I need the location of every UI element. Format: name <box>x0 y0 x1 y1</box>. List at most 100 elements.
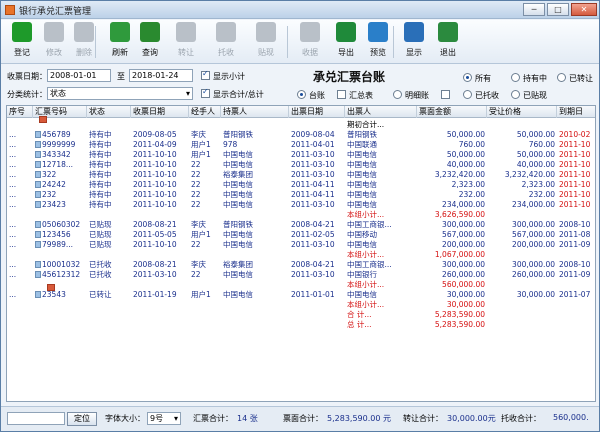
cell-recv: 2011-03-10 <box>133 270 177 279</box>
font-size-select[interactable]: 9号 ▾ <box>147 412 181 425</box>
cell-status: 持有中 <box>89 150 112 159</box>
cell-amount: 30,000.00 <box>446 300 485 309</box>
minimize-button[interactable]: ─ <box>523 3 545 16</box>
cell-status: 已贴现 <box>89 220 112 229</box>
cell-price: 260,000.00 <box>512 270 555 279</box>
cell-handler: 22 <box>191 180 201 189</box>
discount-label: 贴现 <box>258 48 274 57</box>
cell-seq: ... <box>9 290 17 299</box>
export-button[interactable]: 导出 <box>331 22 361 62</box>
collect-button[interactable]: 托收 <box>211 22 241 62</box>
column-header[interactable]: 票面金额 <box>417 106 487 118</box>
subtotal-row[interactable]: 本组小计... 3,626,590.00 <box>7 210 595 220</box>
cell-recv: 2011-05-05 <box>133 230 177 239</box>
cell-handler: 22 <box>191 240 201 249</box>
radio-status-collected[interactable] <box>463 90 472 99</box>
table-row[interactable]: ... 12718... 持有中 2011-10-10 22 中国电信 2011-03-10… <box>7 160 595 170</box>
cell-status: 持有中 <box>89 190 112 199</box>
cell-drawer: 中国银行 <box>347 270 377 279</box>
cell-drawer: 中国电信 <box>347 160 377 169</box>
summary-checkbox[interactable] <box>337 90 346 99</box>
radio-ledger[interactable] <box>297 90 306 99</box>
cell-drawer: 中国工商银... <box>347 220 392 229</box>
table-row[interactable]: ... 322 持有中 2011-10-10 22 裕泰集团 2011-03-10 中国电信 3… <box>7 170 595 180</box>
hide-checkbox[interactable] <box>441 90 450 99</box>
column-header[interactable]: 到期日 <box>557 106 595 118</box>
subtotal-row[interactable]: 本组小计... 30,000.00 <box>7 300 595 310</box>
exit-button[interactable]: 退出 <box>433 22 463 62</box>
radio-detail[interactable] <box>393 90 402 99</box>
toolbar-separator <box>95 26 96 58</box>
column-header[interactable]: 出票人 <box>345 106 417 118</box>
table-row[interactable]: ... 45612312 已托收 2011-03-10 22 中国电信 2011-03-10… <box>7 270 595 280</box>
column-header[interactable]: 收票日期 <box>131 106 189 118</box>
collect-label: 托收 <box>218 48 234 57</box>
cell-due: 2011-10 <box>559 190 591 199</box>
cell-due: 2011-10 <box>559 170 591 179</box>
subtotal-row[interactable]: 总 计... 5,283,590.00 <box>7 320 595 330</box>
cell-recv: 2008-08-21 <box>133 260 177 269</box>
cell-recv: 2011-10-10 <box>133 190 177 199</box>
radio-status-holding-label: 持有中 <box>523 74 547 83</box>
column-header[interactable]: 经手人 <box>189 106 221 118</box>
preview-button[interactable]: 预览 <box>363 22 393 62</box>
locate-input[interactable] <box>7 412 65 425</box>
cell-no: 24242 <box>42 180 66 189</box>
table-row[interactable]: ... 123456 已贴现 2011-05-05 用户1 中国电信 2011-02-05 中… <box>7 230 595 240</box>
cell-amount: 3,232,420.00 <box>434 170 485 179</box>
cell-recv: 2011-04-09 <box>133 140 177 149</box>
bill-table[interactable]: 序号 汇票号码 状态 收票日期 经手人 持票人 出票日期 出票人 票面金额 受让价格 到期日 期初合… <box>6 105 596 402</box>
display-button[interactable]: 显示 <box>399 22 429 62</box>
table-row[interactable]: ... 10001032 已托收 2008-08-21 李庆 裕泰集团 2008-04-21… <box>7 260 595 270</box>
table-row[interactable]: ... 24242 持有中 2011-10-10 22 中国电信 2011-04-11 中国电… <box>7 180 595 190</box>
discount-button[interactable]: 贴现 <box>251 22 281 62</box>
column-header[interactable]: 受让价格 <box>487 106 557 118</box>
column-header[interactable]: 状态 <box>87 106 131 118</box>
maximize-button[interactable]: □ <box>547 3 569 16</box>
table-row[interactable]: ... 343342 持有中 2011-10-10 用户1 中国电信 2011-03-10 中… <box>7 150 595 160</box>
cell-handler: 李庆 <box>191 130 206 139</box>
radio-status-holding[interactable] <box>511 73 520 82</box>
query-icon <box>140 22 160 42</box>
radio-status-discounted[interactable] <box>511 90 520 99</box>
carry-forward-row[interactable]: 期初合计... <box>7 120 595 130</box>
subtotal-row[interactable]: 合 计... 5,283,590.00 <box>7 310 595 320</box>
date-to-input[interactable]: 2018-01-24 <box>129 69 193 82</box>
table-row[interactable]: ... 05060302 已贴现 2008-08-21 李庆 普阳钢铁 2008-04-21… <box>7 220 595 230</box>
table-row[interactable]: ... 79989... 已贴现 2011-10-10 22 中国电信 2011-03-10… <box>7 240 595 250</box>
table-row[interactable]: ... 232 持有中 2011-10-10 22 中国电信 2011-04-11 中国电信 2… <box>7 190 595 200</box>
column-header[interactable]: 出票日期 <box>289 106 345 118</box>
cell-status: 已托收 <box>89 270 112 279</box>
transfer-button[interactable]: 转让 <box>171 22 201 62</box>
subtotal-row[interactable]: 本组小计... 560,000.00 <box>7 280 595 290</box>
cell-handler: 李庆 <box>191 260 206 269</box>
subtotal-row[interactable]: 本组小计... 1,067,000.00 <box>7 250 595 260</box>
show-total-label: 显示合计/总计 <box>213 90 264 99</box>
query-button[interactable]: 查询 <box>135 22 165 62</box>
cell-no: 456789 <box>42 130 71 139</box>
cell-seq: ... <box>9 160 17 169</box>
transfer-total-value: 30,000.00元 <box>447 414 496 423</box>
radio-status-transferred[interactable] <box>557 73 566 82</box>
column-header[interactable]: 序号 <box>7 106 33 118</box>
close-button[interactable]: ✕ <box>571 3 597 16</box>
discount-icon <box>256 22 276 42</box>
table-row[interactable]: ... 456789 持有中 2009-08-05 李庆 普阳钢铁 2009-08-04 普阳… <box>7 130 595 140</box>
receipt-button[interactable]: 收据 <box>295 22 325 62</box>
delete-icon <box>74 22 94 42</box>
show-total-checkbox[interactable] <box>201 87 210 98</box>
table-row[interactable]: ... 23543 已转让 2011-01-19 用户1 中国电信 2011-01-01 中国… <box>7 290 595 300</box>
date-from-input[interactable]: 2008-01-01 <box>47 69 111 82</box>
locate-button[interactable]: 定位 <box>67 412 97 426</box>
register-button[interactable]: 登记 <box>7 22 37 62</box>
show-subtotal-checkbox[interactable] <box>201 69 210 80</box>
cell-seq: ... <box>9 230 17 239</box>
table-row[interactable]: ... 9999999 持有中 2011-04-09 用户1 978 2011-04-01 中… <box>7 140 595 150</box>
cell-drawer: 总 计... <box>347 320 372 329</box>
category-select[interactable]: 状态 ▾ <box>47 87 193 100</box>
app-icon <box>5 5 15 15</box>
table-row[interactable]: ... 23423 持有中 2011-10-10 22 中国电信 2011-03-10 中国电… <box>7 200 595 210</box>
cell-due: 2011-10 <box>559 200 591 209</box>
radio-status-all[interactable] <box>463 73 472 82</box>
column-header[interactable]: 持票人 <box>221 106 289 118</box>
